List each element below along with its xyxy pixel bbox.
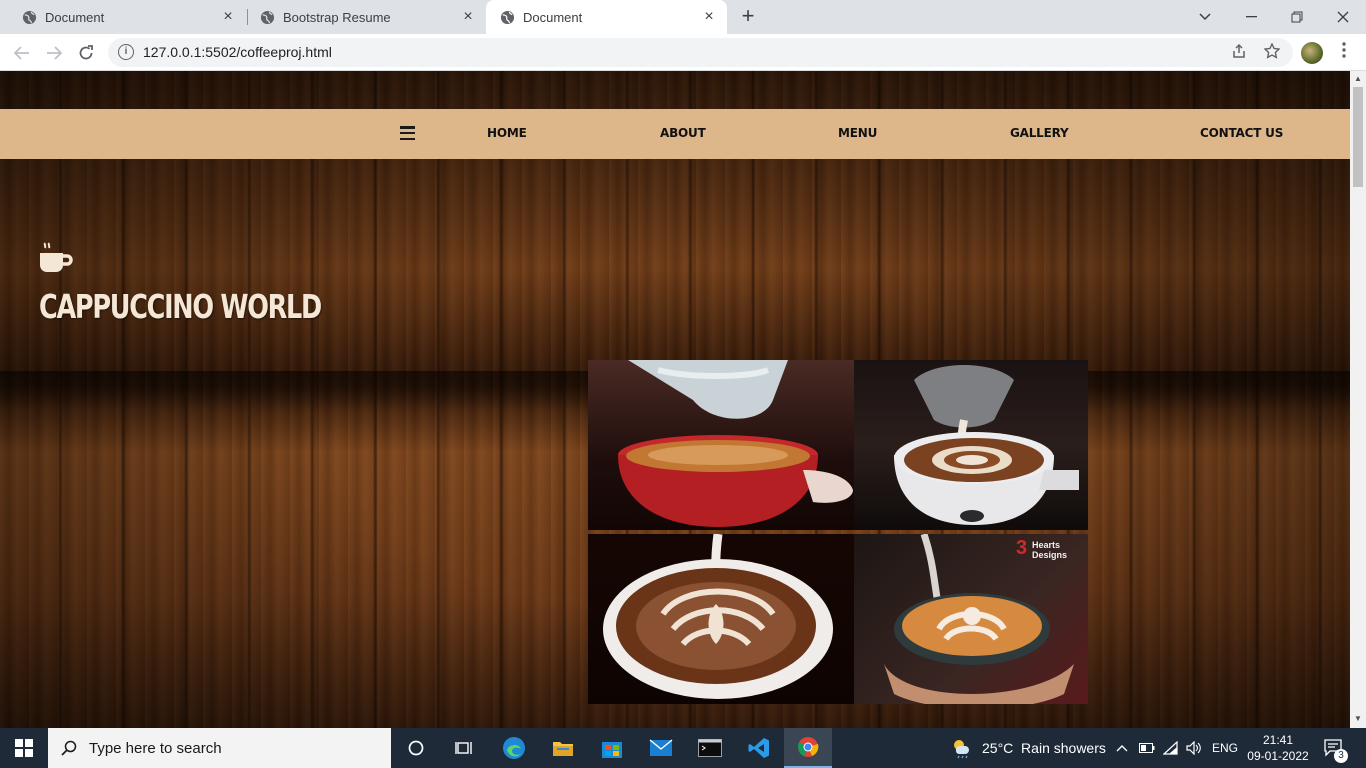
globe-icon [499, 9, 515, 25]
browser-tab-strip: Document × Bootstrap Resume × Document ×… [0, 0, 1366, 34]
wifi-icon[interactable] [1163, 728, 1179, 768]
windows-taskbar: Type here to search 25°C Rain showers EN… [0, 728, 1366, 768]
windows-start-icon[interactable] [0, 728, 48, 768]
site-info-icon[interactable]: i [118, 44, 134, 60]
vscode-icon[interactable] [735, 728, 783, 768]
tab-title: Document [45, 9, 105, 25]
bookmark-star-icon[interactable] [1263, 42, 1281, 61]
clock[interactable]: 21:41 09-01-2022 [1247, 728, 1309, 768]
address-bar[interactable]: i 127.0.0.1:5502/coffeeproj.html [108, 38, 1293, 67]
scroll-down-arrow-icon[interactable]: ▼ [1353, 714, 1363, 724]
battery-icon[interactable] [1139, 728, 1155, 768]
hamburger-menu-icon[interactable] [400, 126, 415, 140]
close-tab-icon[interactable]: × [701, 9, 717, 25]
weather-rain-icon [950, 737, 974, 759]
restore-icon[interactable] [1274, 0, 1320, 34]
weather-widget[interactable]: 25°C Rain showers [950, 728, 1106, 768]
new-tab-icon[interactable]: + [738, 5, 758, 27]
coffee-cup-icon [39, 241, 75, 277]
close-tab-icon[interactable]: × [460, 9, 476, 25]
more-options-icon[interactable] [1334, 42, 1354, 64]
nav-menu[interactable]: MENU [838, 126, 877, 140]
scrollbar-thumb[interactable] [1353, 87, 1363, 187]
toolbar: i 127.0.0.1:5502/coffeeproj.html [0, 34, 1366, 71]
globe-icon [21, 9, 37, 25]
gallery-photo [588, 360, 854, 530]
language-indicator[interactable]: ENG [1212, 728, 1238, 768]
close-window-icon[interactable] [1320, 0, 1366, 34]
nav-contact-us[interactable]: CONTACT US [1200, 126, 1283, 140]
profile-avatar[interactable] [1301, 42, 1323, 64]
tab-title: Document [523, 9, 583, 25]
gallery-photo [854, 360, 1088, 530]
browser-tab-active[interactable]: Document × [486, 0, 727, 34]
clock-date: 09-01-2022 [1247, 749, 1309, 763]
search-icon [61, 740, 77, 756]
share-icon[interactable] [1230, 43, 1248, 61]
microsoft-store-icon[interactable] [588, 728, 636, 768]
site-navbar: HOME ABOUT MENU GALLERY CONTACT US [0, 109, 1350, 159]
terminal-icon[interactable] [686, 728, 734, 768]
mail-icon[interactable] [637, 728, 685, 768]
browser-tab[interactable]: Bootstrap Resume × [238, 0, 486, 34]
taskbar-search-box[interactable]: Type here to search [48, 728, 391, 768]
page-scrollbar[interactable]: ▲ ▼ [1350, 71, 1366, 728]
minimize-icon[interactable] [1228, 0, 1274, 34]
nav-home[interactable]: HOME [487, 126, 527, 140]
task-view-icon[interactable] [440, 728, 488, 768]
reload-icon[interactable] [75, 42, 97, 64]
clock-time: 21:41 [1262, 733, 1294, 747]
chrome-icon[interactable] [784, 728, 832, 768]
cortana-icon[interactable] [392, 728, 440, 768]
notification-count-badge: 3 [1334, 749, 1348, 763]
show-hidden-icons-chevron-icon[interactable] [1116, 728, 1128, 768]
scroll-up-arrow-icon[interactable]: ▲ [1353, 74, 1363, 84]
file-explorer-icon[interactable] [539, 728, 587, 768]
nav-gallery[interactable]: GALLERY [1010, 126, 1069, 140]
notification-center-icon[interactable]: 3 [1324, 728, 1348, 768]
hero-title: CAPPUCCINO WORLD [39, 287, 322, 326]
forward-arrow-icon[interactable] [43, 42, 65, 64]
url-text: 127.0.0.1:5502/coffeeproj.html [143, 44, 332, 60]
weather-text: 25°C Rain showers [982, 740, 1106, 756]
page-viewport: HOME ABOUT MENU GALLERY CONTACT US CAPPU… [0, 71, 1350, 728]
photo-watermark: Designs [1032, 550, 1067, 560]
back-arrow-icon[interactable] [11, 42, 33, 64]
photo-watermark: Hearts [1032, 540, 1060, 550]
edge-browser-icon[interactable] [490, 728, 538, 768]
gallery-photo [588, 534, 854, 704]
gallery-photo: 3 Hearts Designs [854, 534, 1088, 704]
volume-icon[interactable] [1186, 728, 1202, 768]
tab-search-chevron-icon[interactable] [1182, 0, 1228, 34]
tab-title: Bootstrap Resume [283, 9, 391, 25]
close-tab-icon[interactable]: × [220, 9, 236, 25]
nav-about[interactable]: ABOUT [660, 126, 706, 140]
photo-watermark: 3 [1016, 537, 1027, 559]
globe-icon [259, 9, 275, 25]
coffee-gallery: 3 Hearts Designs [588, 360, 1088, 704]
search-placeholder: Type here to search [89, 739, 222, 757]
browser-tab[interactable]: Document × [0, 0, 246, 34]
